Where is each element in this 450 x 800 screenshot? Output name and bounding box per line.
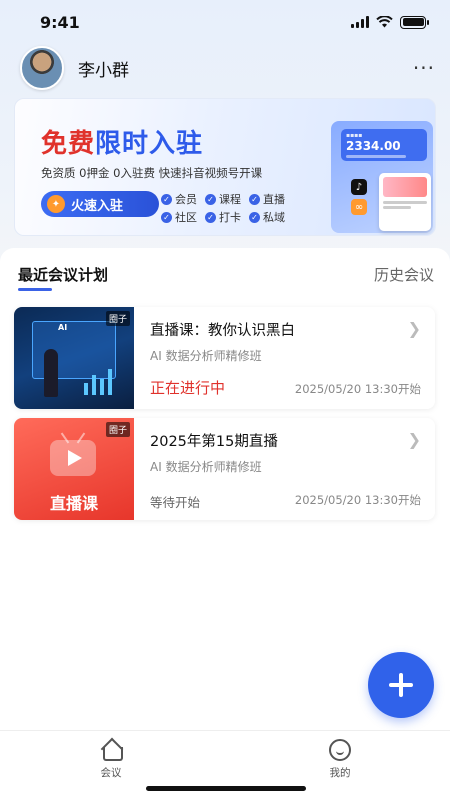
meeting-card[interactable]: 直播课 圈子 2025年第15期直播 ❯ AI 数据分析师精修班 等待开始 20… (14, 418, 435, 520)
tab-meeting[interactable]: 会议 (81, 739, 141, 780)
feature-item: ✓ 私域 (249, 209, 285, 225)
feature-item: ✓ 会员 (161, 191, 197, 207)
status-time: 9:41 (40, 12, 80, 32)
banner-title: 免费限时入驻 (41, 123, 203, 160)
banner-subtitle: 免资质 0押金 0入驻费 快速抖音视频号开课 (41, 166, 263, 180)
check-icon: ✓ (161, 193, 172, 205)
check-icon: ✓ (249, 211, 260, 223)
join-now-label: 火速入驻 (71, 198, 124, 214)
thumbnail-text: AI (58, 323, 68, 332)
chevron-right-icon: ❯ (407, 430, 421, 449)
banner-title-free: 免费 (41, 129, 96, 159)
tab-mine-label: 我的 (329, 767, 351, 779)
thumbnail-label: 直播课 (49, 494, 98, 513)
tab-history-meetings[interactable]: 历史会议 (374, 264, 434, 285)
meeting-time: 2025/05/20 13:30开始 (294, 382, 421, 396)
tab-meeting-label: 会议 (100, 767, 122, 779)
douyin-icon: ♪ (351, 179, 367, 195)
home-icon (100, 739, 123, 761)
profile-header: 李小群 ··· (20, 46, 435, 90)
meeting-tabs: 最近会议计划 历史会议 (0, 248, 450, 294)
add-meeting-button[interactable] (368, 652, 434, 718)
meeting-status: 等待开始 (150, 495, 201, 510)
wifi-icon (376, 16, 393, 28)
battery-icon (400, 15, 429, 29)
feature-item: ✓ 社区 (161, 209, 197, 225)
banner-stats-value: 2334.00 (346, 139, 401, 153)
meeting-thumbnail: 直播课 圈子 (14, 418, 134, 520)
feature-item: ✓ 直播 (249, 191, 285, 207)
home-indicator (146, 786, 306, 791)
meeting-card[interactable]: AI 圈子 直播课：教你认识黑白 ❯ AI 数据分析师精修班 正在进行中 202… (14, 307, 435, 409)
user-name: 李小群 (78, 60, 129, 81)
meeting-title: 直播课：教你认识黑白 (150, 323, 295, 339)
status-icons (351, 15, 429, 29)
check-icon: ✓ (205, 211, 216, 223)
meeting-title: 2025年第15期直播 (150, 434, 278, 450)
banner-features: ✓ 会员 ✓ 课程 ✓ 直播 ✓ 社区 ✓ 打卡 ✓ 私域 (161, 191, 285, 225)
status-bar: 9:41 (0, 0, 450, 44)
join-now-button[interactable]: ✦ 火速入驻 (41, 191, 159, 217)
chevron-right-icon: ❯ (407, 319, 421, 338)
circle-badge: 圈子 (105, 311, 130, 326)
banner-title-limited: 限时入驻 (95, 129, 204, 159)
meeting-status: 正在进行中 (150, 379, 226, 397)
banner-product-card (379, 173, 431, 231)
rocket-icon: ✦ (47, 195, 65, 213)
banner-stats-card: ▪▪▪▪ 2334.00 (341, 129, 427, 161)
channels-icon: ∞ (351, 199, 367, 215)
tab-recent-meetings[interactable]: 最近会议计划 (18, 264, 108, 285)
signal-icon (351, 16, 369, 28)
check-icon: ✓ (161, 211, 172, 223)
check-icon: ✓ (249, 193, 260, 205)
meeting-time: 2025/05/20 13:30开始 (294, 493, 421, 507)
tab-indicator (18, 288, 52, 291)
circle-badge: 圈子 (105, 422, 130, 437)
meeting-course: AI 数据分析师精修班 (150, 349, 262, 363)
feature-item: ✓ 课程 (205, 191, 241, 207)
promo-banner[interactable]: 免费限时入驻 免资质 0押金 0入驻费 快速抖音视频号开课 ✦ 火速入驻 ✓ 会员… (14, 98, 436, 236)
tv-play-icon (50, 440, 96, 476)
feature-item: ✓ 打卡 (205, 209, 241, 225)
meeting-course: AI 数据分析师精修班 (150, 460, 262, 474)
avatar[interactable] (20, 46, 64, 90)
meeting-panel: 最近会议计划 历史会议 AI 圈子 直播课：教你认识黑白 ❯ AI 数据分析师精… (0, 248, 450, 800)
check-icon: ✓ (205, 193, 216, 205)
meeting-thumbnail: AI 圈子 (14, 307, 134, 409)
tab-mine[interactable]: 我的 (310, 739, 370, 780)
smile-icon (329, 739, 351, 761)
more-menu-button[interactable]: ··· (413, 58, 435, 78)
